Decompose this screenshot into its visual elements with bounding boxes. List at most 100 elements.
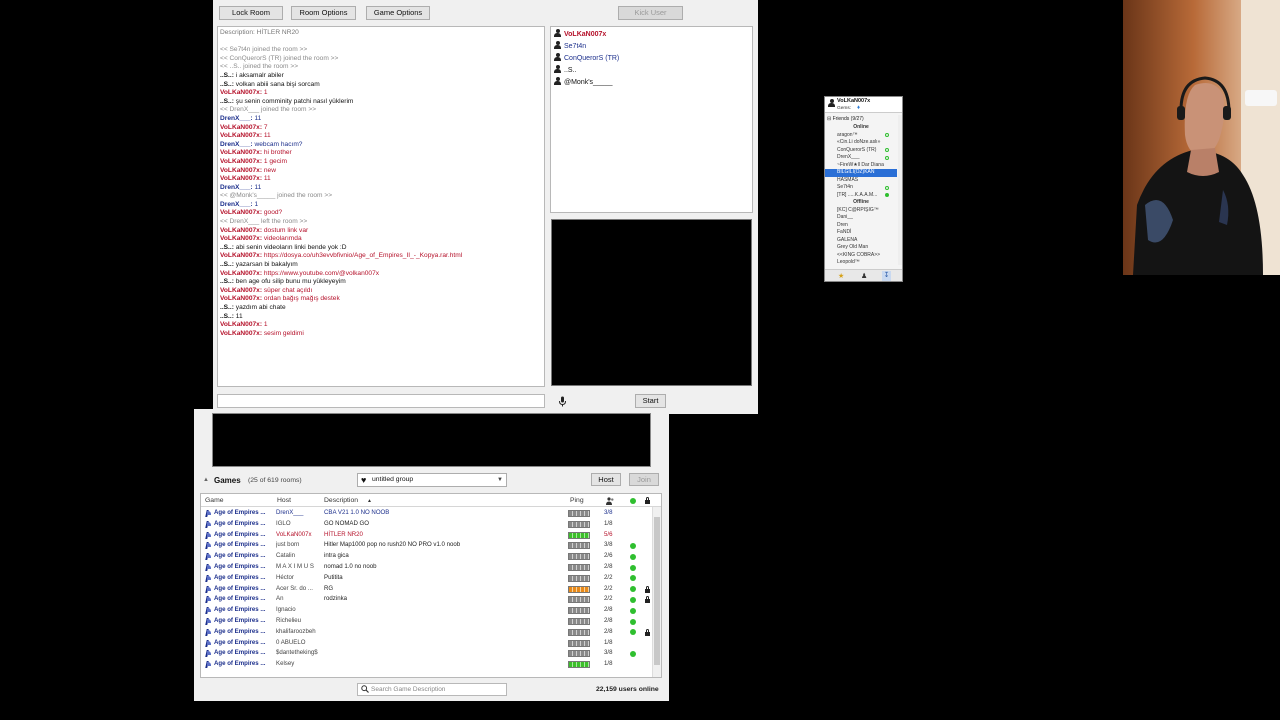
friend-item[interactable]: BİLGİLİ(ÖZ)KAN [825, 169, 897, 177]
chat-nick[interactable]: VoLKaN007x: [220, 235, 262, 242]
table-row[interactable]: Age of Empires ... IGLO GO NOMAD GO 1/8 [201, 519, 661, 530]
room-user-item[interactable]: VoLKaN007x [554, 29, 749, 41]
chat-nick[interactable]: VoLKaN007x: [220, 321, 262, 328]
lock-column-icon[interactable] [645, 497, 650, 504]
chat-nick[interactable]: DrenX___: [220, 141, 253, 148]
friend-item[interactable]: Grey Old Man [825, 244, 897, 252]
friends-scrollbar[interactable] [898, 115, 902, 265]
table-row[interactable]: Age of Empires ... Héctor Putitita 2/2 [201, 573, 661, 584]
chat-nick[interactable]: ..S..: [220, 278, 234, 285]
table-row[interactable]: Age of Empires ... An rodzinka 2/2 [201, 594, 661, 605]
aoe-game-icon [204, 542, 211, 549]
chat-input[interactable] [217, 394, 545, 408]
friend-item[interactable]: [TR] .....K.A.A.M... [825, 192, 897, 200]
chat-nick[interactable]: VoLKaN007x: [220, 124, 262, 131]
microphone-icon[interactable] [558, 396, 567, 407]
status-column-icon[interactable] [630, 498, 636, 504]
chat-nick[interactable]: VoLKaN007x: [220, 287, 262, 294]
search-game-input[interactable]: Search Game Description [357, 683, 507, 696]
chat-nick[interactable]: VoLKaN007x: [220, 89, 262, 96]
chat-nick[interactable]: VoLKaN007x: [220, 270, 262, 277]
table-row[interactable]: Age of Empires ... M A X I M U S nomad 1.0… [201, 562, 661, 573]
chat-text[interactable]: https://dosya.co/uh3evvbfivnio/Age_of_Em… [264, 252, 462, 259]
scrollbar-thumb[interactable] [654, 517, 660, 665]
collapse-chevron-icon[interactable]: ▲ [203, 477, 211, 485]
chat-nick[interactable]: VoLKaN007x: [220, 132, 262, 139]
table-row[interactable]: Age of Empires ... khalifaroozbeh 2/8 [201, 627, 661, 638]
chat-nick[interactable]: DrenX___: [220, 115, 253, 122]
friend-item[interactable]: GALENA [825, 237, 897, 245]
lock-room-button[interactable]: Lock Room [219, 6, 283, 20]
chat-nick[interactable]: VoLKaN007x: [220, 149, 262, 156]
column-description[interactable]: Description [324, 496, 358, 506]
chat-nick[interactable]: ..S..: [220, 98, 234, 105]
kick-user-button[interactable]: Kick User [618, 6, 683, 20]
table-row[interactable]: Age of Empires ... Richelieu 2/8 [201, 616, 661, 627]
chat-nick[interactable]: ..S..: [220, 304, 234, 311]
friend-item[interactable]: aragon™ [825, 132, 897, 140]
game-options-button[interactable]: Game Options [366, 6, 430, 20]
chat-nick[interactable]: VoLKaN007x: [220, 252, 262, 259]
room-user-item[interactable]: Se7t4n [554, 41, 749, 53]
friend-item[interactable]: Dani__ [825, 214, 897, 222]
chat-nick[interactable]: VoLKaN007x: [220, 158, 262, 165]
start-button[interactable]: Start [635, 394, 666, 408]
chat-nick[interactable]: ..S..: [220, 313, 234, 320]
column-host[interactable]: Host [277, 496, 291, 506]
table-row[interactable]: Age of Empires ... DrenX___ CBA V21 1.0 NO… [201, 508, 661, 519]
friend-name: Se7t4n [837, 184, 853, 190]
online-status-icon [885, 133, 889, 137]
table-row[interactable]: Age of Empires ... Kelsey 1/8 [201, 659, 661, 670]
chat-nick[interactable]: VoLKaN007x: [220, 227, 262, 234]
room-user-item[interactable]: ConQuerorS (TR) [554, 53, 749, 65]
chat-nick[interactable]: VoLKaN007x: [220, 295, 262, 302]
chat-text[interactable]: https://www.youtube.com/@volkan007x [264, 270, 379, 277]
sort-icon[interactable]: ↧ [882, 271, 891, 281]
friend-item[interactable]: ~FireW★ll Dar Diana [825, 162, 897, 170]
group-select[interactable]: ♥ untitled group ▼ [357, 473, 507, 487]
table-row[interactable]: Age of Empires ... just born Hitler Map100… [201, 540, 661, 551]
chat-nick[interactable]: ..S..: [220, 261, 234, 268]
chat-nick[interactable]: VoLKaN007x: [220, 167, 262, 174]
chat-nick[interactable]: ..S..: [220, 72, 234, 79]
friend-item[interactable]: [KC] C@RPIŞIG™ [825, 207, 897, 215]
add-friend-icon[interactable]: ♟ [861, 272, 867, 280]
table-row[interactable]: Age of Empires ... 0 ABUELO 1/8 [201, 638, 661, 649]
friend-item[interactable]: DrenX___ [825, 154, 897, 162]
chat-nick[interactable]: VoLKaN007x: [220, 330, 262, 337]
table-scrollbar[interactable] [652, 507, 661, 677]
players-column-icon[interactable] [606, 497, 614, 505]
table-row[interactable]: Age of Empires ... Acer Sr. do ... RG 2/2 [201, 584, 661, 595]
table-row[interactable]: Age of Empires ... Ignacio 2/8 [201, 605, 661, 616]
friends-group-header[interactable]: ⊟ Friends (9/27) [827, 116, 864, 122]
friend-item[interactable]: ConQuerorS (TR) [825, 147, 897, 155]
column-game[interactable]: Game [205, 496, 224, 506]
column-ping[interactable]: Ping [570, 496, 584, 506]
friend-item[interactable]: FaNDİ [825, 229, 897, 237]
chat-nick[interactable]: ..S..: [220, 244, 234, 251]
friend-item[interactable]: Leopold™ [825, 259, 897, 267]
friend-item[interactable]: <<KING COBRA>> [825, 252, 897, 260]
friend-item[interactable]: Dren [825, 222, 897, 230]
join-button[interactable]: Join [629, 473, 659, 486]
room-user-item[interactable]: @Monk's_____ [554, 77, 749, 89]
chat-message: VoLKaN007x: new [220, 167, 542, 176]
chat-nick[interactable]: VoLKaN007x: [220, 209, 262, 216]
chat-nick[interactable]: DrenX___: [220, 201, 253, 208]
host-button[interactable]: Host [591, 473, 621, 486]
table-row[interactable]: Age of Empires ... Catalin intra gica 2/6 [201, 551, 661, 562]
friend-item[interactable]: HASMAS [825, 177, 897, 185]
room-options-button[interactable]: Room Options [291, 6, 356, 20]
room-user-item[interactable]: ..S.. [554, 65, 749, 77]
friend-item[interactable]: Se7t4n [825, 184, 897, 192]
friend-item[interactable]: «Cin.Li doNze.aslı» [825, 139, 897, 147]
chat-text: good? [263, 209, 283, 217]
chat-nick[interactable]: VoLKaN007x: [220, 175, 262, 182]
table-row[interactable]: Age of Empires ... VoLKaN007x HİTLER NR20 5… [201, 530, 661, 541]
star-icon[interactable]: ★ [838, 272, 844, 280]
table-row[interactable]: Age of Empires ... $dantetheking$ 3/8 [201, 648, 661, 659]
chat-nick[interactable]: ..S..: [220, 81, 234, 88]
chat-message: VoLKaN007x: süper chat açıldı [220, 287, 542, 296]
chat-message: VoLKaN007x: 11 [220, 175, 542, 184]
chat-nick[interactable]: DrenX___: [220, 184, 253, 191]
